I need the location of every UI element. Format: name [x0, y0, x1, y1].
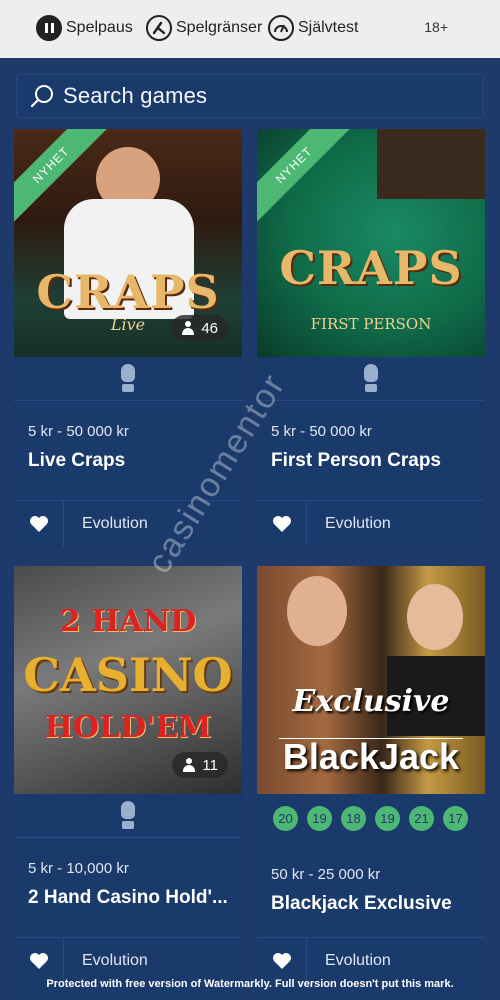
- spelgranser-label: Spelgränser: [176, 19, 263, 36]
- dealer-row: [14, 794, 242, 838]
- search-input[interactable]: Search games: [16, 74, 484, 118]
- heart-icon: [29, 953, 48, 969]
- thumbnail-line-1: Exclusive: [292, 684, 450, 719]
- heart-icon: [29, 516, 48, 532]
- bet-range: 5 kr - 50 000 kr: [28, 423, 129, 440]
- game-thumbnail[interactable]: CRAPS Live NYHET 46: [14, 129, 242, 357]
- card-footer: Evolution: [257, 500, 485, 547]
- provider-label: Evolution: [325, 514, 391, 532]
- dealer-row: [257, 357, 485, 401]
- player-count: 46: [201, 319, 218, 337]
- provider-label: Evolution: [82, 951, 148, 969]
- sjalvtest-label: Självtest: [298, 19, 359, 36]
- seat-value: 21: [409, 805, 434, 831]
- search-icon: [30, 85, 53, 108]
- game-card-first-person-craps[interactable]: CRAPS FIRST PERSON NYHET 5 kr - 50 000 k…: [257, 129, 485, 547]
- person-icon: [181, 321, 195, 335]
- age-limit-badge: 18+: [424, 19, 448, 35]
- table-rail: [377, 129, 485, 199]
- seat-value: 18: [341, 805, 366, 831]
- provider-label: Evolution: [325, 951, 391, 969]
- limits-icon: [146, 15, 172, 41]
- heart-icon: [272, 953, 291, 969]
- bet-range: 5 kr - 50 000 kr: [271, 423, 372, 440]
- dealer-icon: [120, 800, 136, 831]
- thumbnail-line-3: HOLD'EM: [44, 710, 212, 745]
- game-title[interactable]: Blackjack Exclusive: [271, 893, 452, 915]
- new-badge: NYHET: [257, 129, 357, 228]
- player-count: 11: [202, 756, 218, 774]
- responsible-gaming-bar: Spelpaus Spelgränser Självtest 18+: [0, 0, 500, 58]
- spelpaus-button[interactable]: Spelpaus: [36, 12, 133, 44]
- bet-range: 50 kr - 25 000 kr: [271, 866, 381, 883]
- gauge-icon: [268, 15, 294, 41]
- seat-availability-row: 20 19 18 19 21 17: [257, 796, 485, 840]
- spelpaus-label: Spelpaus: [66, 19, 133, 36]
- game-title[interactable]: First Person Craps: [271, 450, 441, 472]
- bet-range: 5 kr - 10,000 kr: [28, 860, 129, 877]
- player-count-badge: 11: [172, 752, 228, 778]
- thumbnail-line-2: CASINO: [23, 648, 233, 702]
- seat-value: 17: [443, 805, 468, 831]
- pause-icon: [36, 15, 62, 41]
- thumbnail-subtitle: FIRST PERSON: [310, 315, 432, 333]
- card-footer: Evolution: [257, 937, 485, 984]
- seat-value: 19: [375, 805, 400, 831]
- game-title[interactable]: 2 Hand Casino Hold'...: [28, 887, 228, 909]
- game-card-2-hand-casino-holdem[interactable]: 2 HAND CASINO HOLD'EM 11 5 kr - 10,000 k…: [14, 566, 242, 1000]
- game-thumbnail[interactable]: CRAPS FIRST PERSON NYHET: [257, 129, 485, 357]
- thumbnail-line-1: 2 HAND: [59, 604, 197, 639]
- provider-label: Evolution: [82, 514, 148, 532]
- heart-icon: [272, 516, 291, 532]
- search-placeholder: Search games: [63, 83, 208, 108]
- game-card-blackjack-exclusive[interactable]: Exclusive BlackJack 20 19 18 19 21 17 50…: [257, 566, 485, 1000]
- seat-value: 19: [307, 805, 332, 831]
- spelgranser-button[interactable]: Spelgränser: [146, 12, 262, 44]
- thumbnail-line-2: BlackJack: [282, 736, 460, 777]
- dealer-face-right: [407, 584, 463, 650]
- thumbnail-title: CRAPS: [36, 265, 220, 319]
- game-thumbnail[interactable]: 2 HAND CASINO HOLD'EM 11: [14, 566, 242, 794]
- person-icon: [182, 758, 196, 772]
- dealer-icon: [363, 363, 379, 394]
- seat-value: 20: [273, 805, 298, 831]
- sjalvtest-button[interactable]: Självtest: [268, 12, 358, 44]
- game-title[interactable]: Live Craps: [28, 450, 125, 472]
- card-footer: Evolution: [14, 937, 242, 984]
- dealer-row: [14, 357, 242, 401]
- dealer-icon: [120, 363, 136, 394]
- game-thumbnail[interactable]: Exclusive BlackJack: [257, 566, 485, 794]
- watermark-footer: Protected with free version of Watermark…: [46, 978, 454, 990]
- player-count-badge: 46: [171, 315, 228, 341]
- favorite-button[interactable]: [14, 501, 64, 547]
- thumbnail-title: CRAPS: [279, 241, 463, 295]
- dealer-face-left: [287, 576, 347, 646]
- favorite-button[interactable]: [257, 501, 307, 547]
